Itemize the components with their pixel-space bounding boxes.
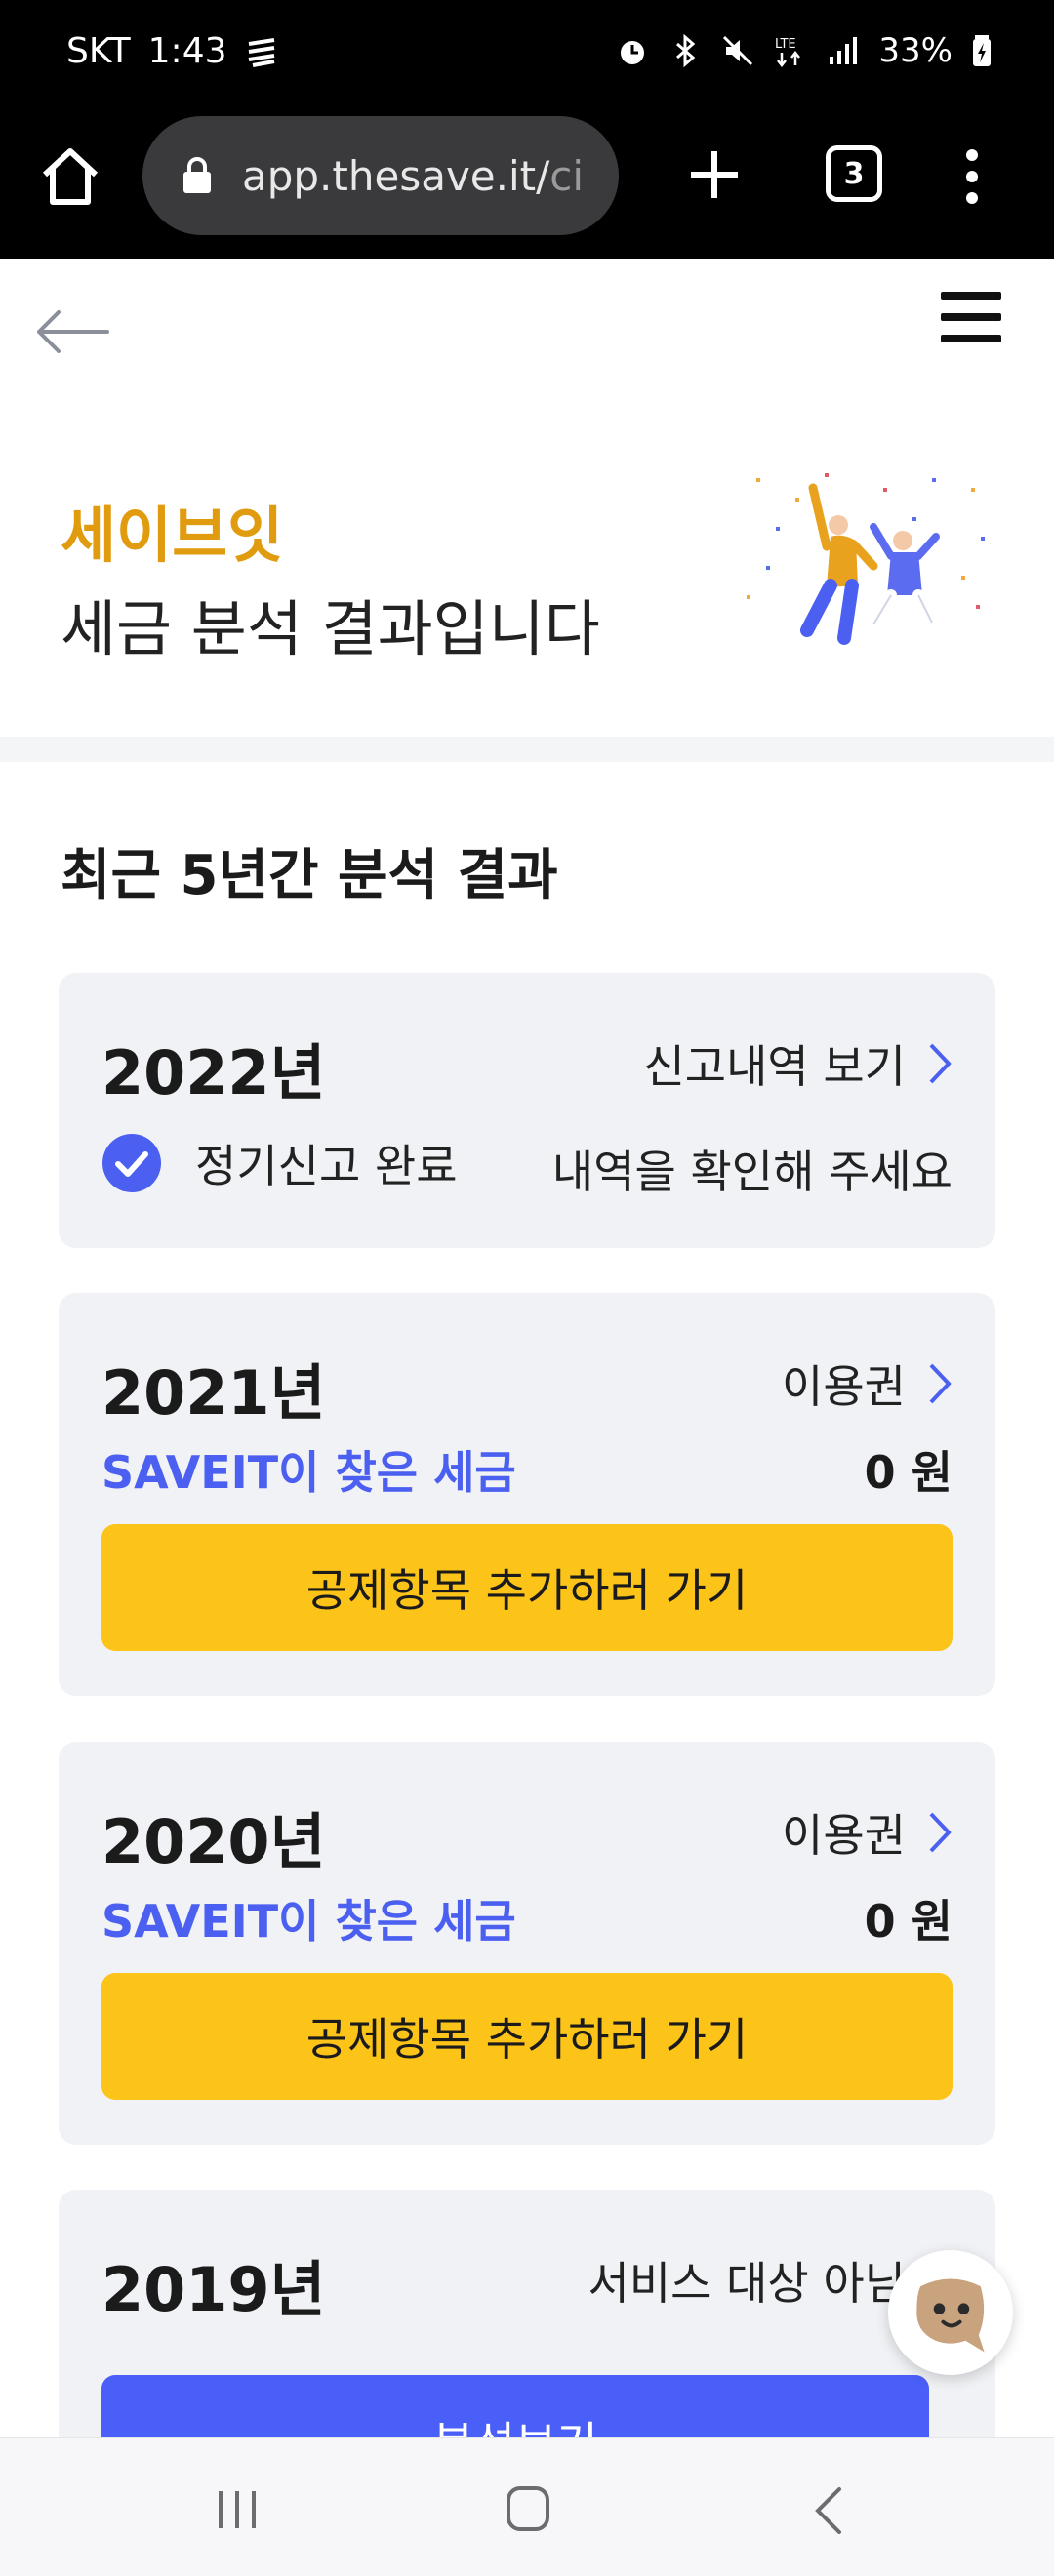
card-year: 2021년 <box>101 1357 326 1429</box>
card-year: 2020년 <box>101 1806 326 1877</box>
celebration-illustration <box>747 473 985 645</box>
recent-apps-icon[interactable] <box>213 2485 262 2534</box>
view-report-link[interactable]: 신고내역 보기 <box>643 1031 953 1096</box>
url-main: app.thesave.it/ <box>242 151 550 200</box>
clock: 1:43 <box>147 31 227 71</box>
add-deduction-button[interactable]: 공제항목 추가하러 가기 <box>101 1973 953 2100</box>
found-tax-amount: 0 원 <box>864 1446 953 1499</box>
result-card-2021: 2021년 이용권 SAVEIT이 찾은 세금 0 원 공제항목 추가하러 가기 <box>59 1293 995 1696</box>
home-nav-icon[interactable] <box>504 2481 552 2536</box>
found-tax-amount: 0 원 <box>864 1895 953 1948</box>
battery-percent: 33% <box>878 31 953 70</box>
system-navigation-bar <box>0 2437 1054 2576</box>
more-options-icon[interactable] <box>953 145 992 208</box>
hero-subtitle: 세금 분석 결과입니다 <box>61 593 600 664</box>
status-row: 정기신고 완료 <box>101 1131 458 1195</box>
voucher-label: 이용권 <box>782 1809 906 1862</box>
browser-toolbar: app.thesave.it/ci 3 <box>0 112 1054 259</box>
data-saver-icon <box>248 37 274 67</box>
chevron-right-icon <box>929 1043 952 1084</box>
status-bar: SKT 1:43 LTE 33% <box>0 0 1054 112</box>
back-arrow-icon[interactable] <box>33 307 111 356</box>
chevron-right-icon <box>929 1812 952 1853</box>
home-icon[interactable] <box>37 143 103 210</box>
hero-section: 세이브잇 세금 분석 결과입니다 <box>0 400 1054 737</box>
status-note: 내역을 확인해 주세요 <box>551 1146 953 1198</box>
carrier-label: SKT <box>66 31 131 71</box>
battery-charging-icon <box>973 35 991 66</box>
svg-text:LTE: LTE <box>775 37 796 52</box>
card-year: 2022년 <box>101 1037 326 1108</box>
section-title: 최근 5년간 분석 결과 <box>61 844 558 907</box>
chatbot-button[interactable] <box>888 2250 1013 2375</box>
url-bar[interactable]: app.thesave.it/ci <box>142 116 619 235</box>
bluetooth-icon <box>676 33 696 68</box>
tab-switcher-button[interactable]: 3 <box>826 145 882 202</box>
voucher-link[interactable]: 이용권 <box>782 1351 953 1416</box>
new-tab-icon[interactable] <box>683 143 746 206</box>
url-rest: ci <box>549 151 585 200</box>
add-deduction-button[interactable]: 공제항목 추가하러 가기 <box>101 1524 953 1651</box>
result-card-2019: 2019년 서비스 대상 아님 분석보기 <box>59 2190 995 2437</box>
section-divider <box>0 737 1054 762</box>
voucher-link[interactable]: 이용권 <box>782 1800 953 1865</box>
back-nav-icon[interactable] <box>808 2483 847 2538</box>
check-circle-icon <box>102 1134 161 1192</box>
result-card-2020: 2020년 이용권 SAVEIT이 찾은 세금 0 원 공제항목 추가하러 가기 <box>59 1742 995 2145</box>
brand-title: 세이브잇 <box>61 500 284 571</box>
status-label: 정기신고 완료 <box>195 1140 458 1192</box>
mute-icon <box>723 35 753 66</box>
not-eligible-label: 서비스 대상 아님 <box>588 2257 906 2310</box>
card-year: 2019년 <box>101 2254 326 2325</box>
page-header <box>0 259 1054 400</box>
chevron-right-icon <box>929 1363 952 1404</box>
url-text: app.thesave.it/ci <box>242 152 584 200</box>
hamburger-menu-icon[interactable] <box>939 290 1003 344</box>
voucher-label: 이용권 <box>782 1360 906 1413</box>
result-card-2022: 2022년 신고내역 보기 정기신고 완료 내역을 확인해 주세요 <box>59 973 995 1248</box>
lock-icon <box>183 157 211 193</box>
view-report-label: 신고내역 보기 <box>643 1040 906 1093</box>
view-analysis-button[interactable]: 분석보기 <box>101 2375 929 2437</box>
lte-icon: LTE <box>775 37 801 68</box>
signal-icon <box>830 37 858 64</box>
chatbot-face-icon <box>916 2278 985 2353</box>
found-tax-label: SAVEIT이 찾은 세금 <box>101 1895 516 1948</box>
found-tax-label: SAVEIT이 찾은 세금 <box>101 1446 516 1499</box>
alarm-icon <box>621 41 645 64</box>
